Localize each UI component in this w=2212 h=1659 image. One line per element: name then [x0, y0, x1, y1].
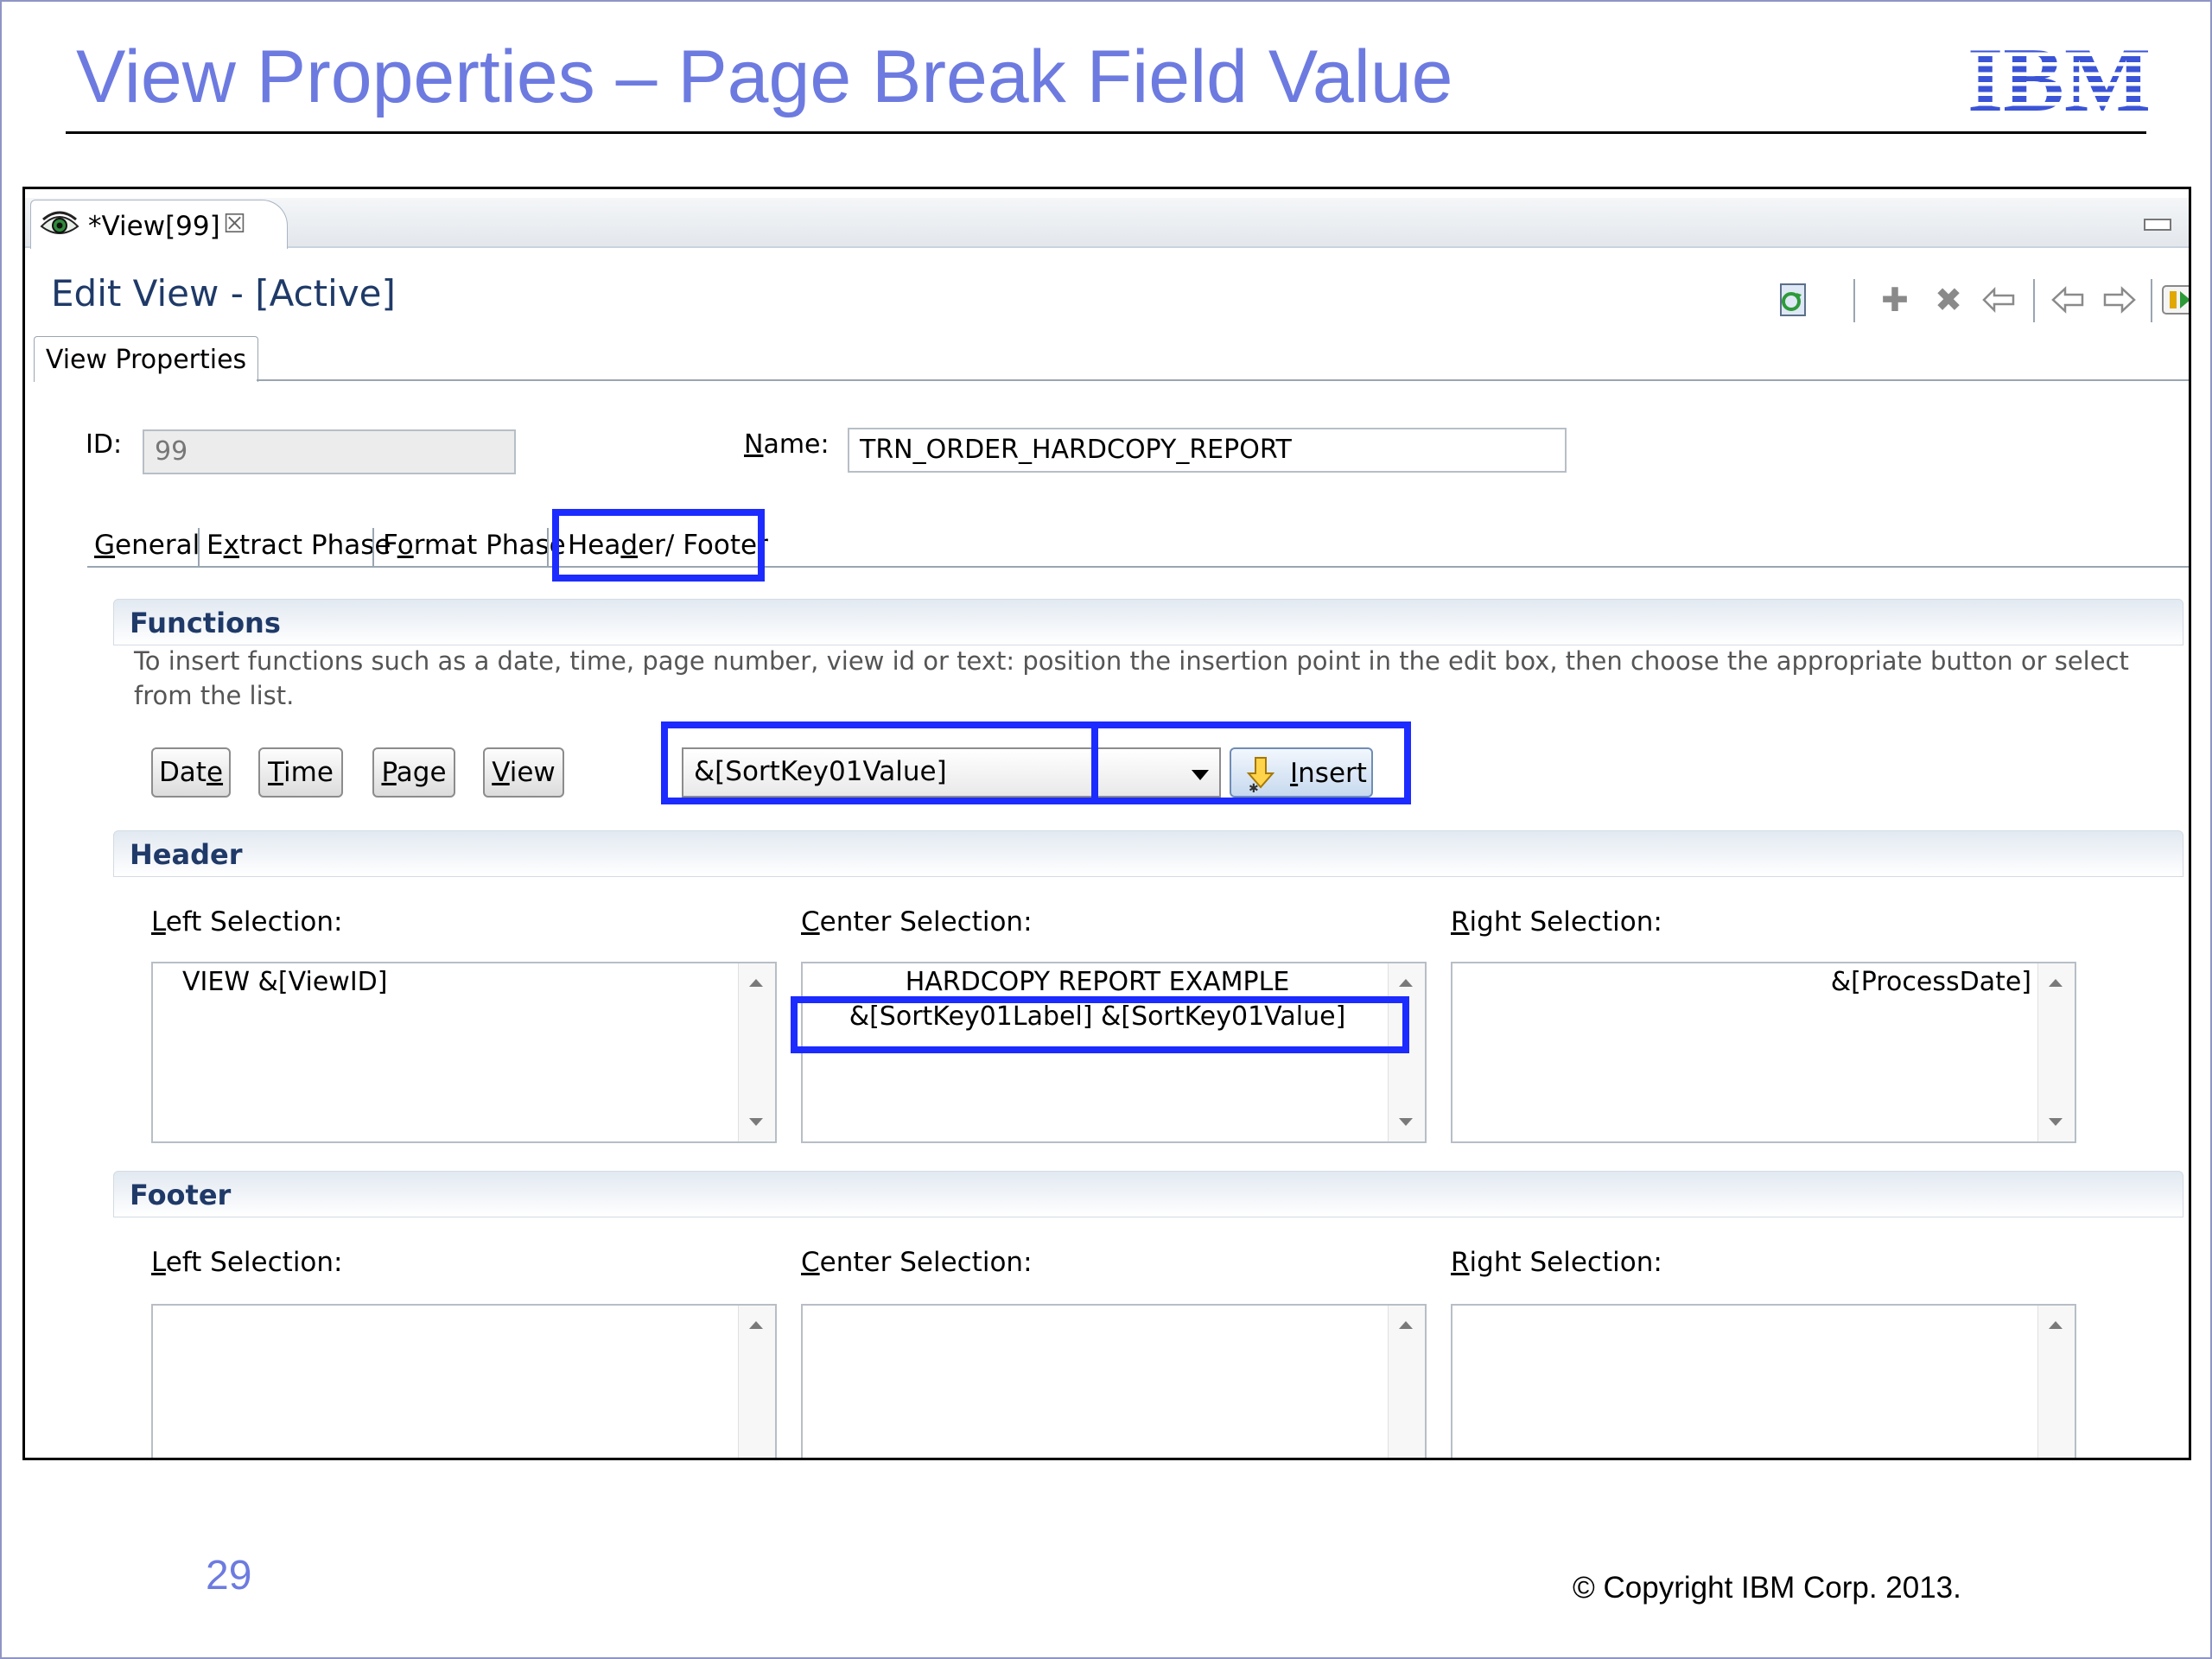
header-center-line1: HARDCOPY REPORT EXAMPLE: [905, 967, 1290, 997]
tab-header-footer[interactable]: Header/ Footer: [568, 526, 768, 564]
toolbar-separator: [2151, 279, 2152, 322]
functions-section-title: Functions: [130, 607, 281, 639]
refresh-icon[interactable]: [1774, 281, 1812, 319]
footer-section-header: Footer: [113, 1171, 2183, 1217]
functions-description: To insert functions such as a date, time…: [134, 646, 2129, 710]
header-left-textarea[interactable]: VIEW &[ViewID]: [151, 962, 777, 1143]
footer-right-label: Right Selection:: [1451, 1247, 1662, 1278]
run-icon[interactable]: [2159, 281, 2189, 319]
close-icon[interactable]: ☒: [223, 209, 246, 239]
header-section-title: Header: [130, 838, 243, 871]
subtab-baseline: [87, 566, 2189, 568]
editor-toolbar: ✚ ✖: [1774, 276, 2189, 327]
vertical-scrollbar[interactable]: [2037, 1306, 2075, 1458]
header-right-text: &[ProcessDate]: [1830, 967, 2031, 997]
header-right-label: Right Selection:: [1451, 906, 1662, 938]
header-center-textarea[interactable]: HARDCOPY REPORT EXAMPLE &[SortKey01Label…: [801, 962, 1427, 1143]
scroll-up-icon[interactable]: [2049, 979, 2063, 987]
scroll-down-icon[interactable]: [749, 1118, 763, 1126]
name-label: Name:: [744, 429, 830, 460]
eye-icon: [40, 211, 79, 234]
insert-arrow-icon: ✱: [1246, 757, 1275, 794]
forward-icon[interactable]: [2101, 281, 2139, 319]
view-button[interactable]: View: [483, 747, 564, 798]
svg-text:✱: ✱: [1249, 782, 1259, 794]
add-icon[interactable]: ✚: [1876, 281, 1914, 319]
id-field: 99: [143, 429, 516, 474]
header-section-header: Header: [113, 830, 2183, 877]
tab-baseline: [257, 379, 2189, 381]
header-left-text: VIEW &[ViewID]: [182, 967, 388, 997]
tab-general[interactable]: General: [94, 526, 200, 564]
function-select[interactable]: &[SortKey01Value]: [682, 747, 1221, 798]
eclipse-editor-window: *View[99] ☒ Edit View - [Active] ✚ ✖ Vie…: [22, 187, 2191, 1460]
insert-button[interactable]: ✱ Insert: [1230, 747, 1373, 798]
title-rule: [66, 131, 2146, 134]
minimize-icon[interactable]: [2144, 219, 2171, 231]
copyright: © Copyright IBM Corp. 2013.: [1573, 1571, 1961, 1605]
vertical-scrollbar[interactable]: [738, 963, 775, 1141]
scroll-up-icon[interactable]: [2049, 1321, 2063, 1329]
scroll-down-icon[interactable]: [2049, 1118, 2063, 1126]
back-icon[interactable]: [2049, 281, 2087, 319]
edit-view-title: Edit View - [Active]: [51, 272, 396, 315]
tab-separator: [198, 528, 200, 566]
footer-left-label: Left Selection:: [151, 1247, 343, 1278]
ibm-logo-text: IBM: [1967, 36, 2151, 116]
header-center-label: Center Selection:: [801, 906, 1033, 938]
header-right-textarea[interactable]: &[ProcessDate]: [1451, 962, 2076, 1143]
editor-tab-view99[interactable]: *View[99] ☒: [30, 200, 288, 249]
date-button[interactable]: Date: [151, 747, 231, 798]
ibm-logo: IBM: [1967, 36, 2151, 116]
vertical-scrollbar[interactable]: [738, 1306, 775, 1458]
tab-extract-phase[interactable]: Extract Phase: [207, 526, 391, 564]
toolbar-separator: [2033, 279, 2035, 322]
footer-center-textarea[interactable]: [801, 1304, 1427, 1458]
scroll-up-icon[interactable]: [749, 1321, 763, 1329]
scroll-up-icon[interactable]: [1399, 1321, 1413, 1329]
tab-separator: [547, 528, 549, 566]
slide-title: View Properties – Page Break Field Value: [76, 35, 1453, 118]
name-field[interactable]: TRN_ORDER_HARDCOPY_REPORT: [848, 428, 1567, 473]
chevron-down-icon[interactable]: [1192, 770, 1209, 780]
functions-section-header: Functions: [113, 599, 2183, 645]
tab-format-phase[interactable]: Format Phase: [383, 526, 566, 564]
editor-tabstrip: *View[99] ☒: [25, 198, 2189, 249]
time-button[interactable]: Time: [258, 747, 343, 798]
page-number: 29: [206, 1553, 252, 1599]
footer-center-label: Center Selection:: [801, 1247, 1033, 1278]
scroll-down-icon[interactable]: [1399, 1118, 1413, 1126]
vertical-scrollbar[interactable]: [1388, 963, 1425, 1141]
header-center-line2: &[SortKey01Label] &[SortKey01Value]: [849, 1001, 1346, 1032]
header-left-label: Left Selection:: [151, 906, 343, 938]
id-label: ID:: [86, 429, 123, 460]
undo-icon[interactable]: [1980, 281, 2018, 319]
editor-tab-title: *View[99]: [88, 211, 220, 242]
toolbar-separator: [1853, 279, 1855, 322]
page-button[interactable]: Page: [372, 747, 455, 798]
scroll-up-icon[interactable]: [1399, 979, 1413, 987]
tab-view-properties[interactable]: View Properties: [34, 336, 258, 382]
footer-section-title: Footer: [130, 1179, 232, 1211]
tab-separator: [372, 528, 374, 566]
footer-right-textarea[interactable]: [1451, 1304, 2076, 1458]
vertical-scrollbar[interactable]: [1388, 1306, 1425, 1458]
vertical-scrollbar[interactable]: [2037, 963, 2075, 1141]
scroll-up-icon[interactable]: [749, 979, 763, 987]
footer-left-textarea[interactable]: [151, 1304, 777, 1458]
delete-icon[interactable]: ✖: [1929, 281, 1967, 319]
insert-label: Insert: [1290, 758, 1367, 789]
function-select-value: &[SortKey01Value]: [694, 756, 947, 787]
